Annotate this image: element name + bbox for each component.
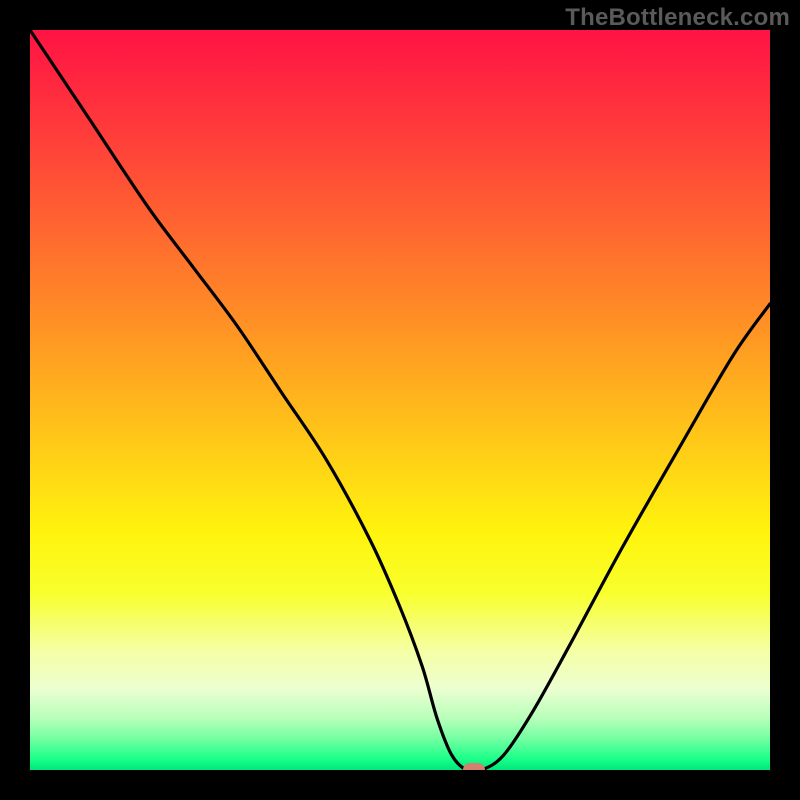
- watermark-text: TheBottleneck.com: [565, 4, 790, 32]
- optimal-marker: [463, 763, 485, 770]
- plot-area: [30, 30, 770, 770]
- curve-svg: [30, 30, 770, 770]
- chart-frame: TheBottleneck.com: [0, 0, 800, 800]
- bottleneck-curve: [30, 30, 770, 770]
